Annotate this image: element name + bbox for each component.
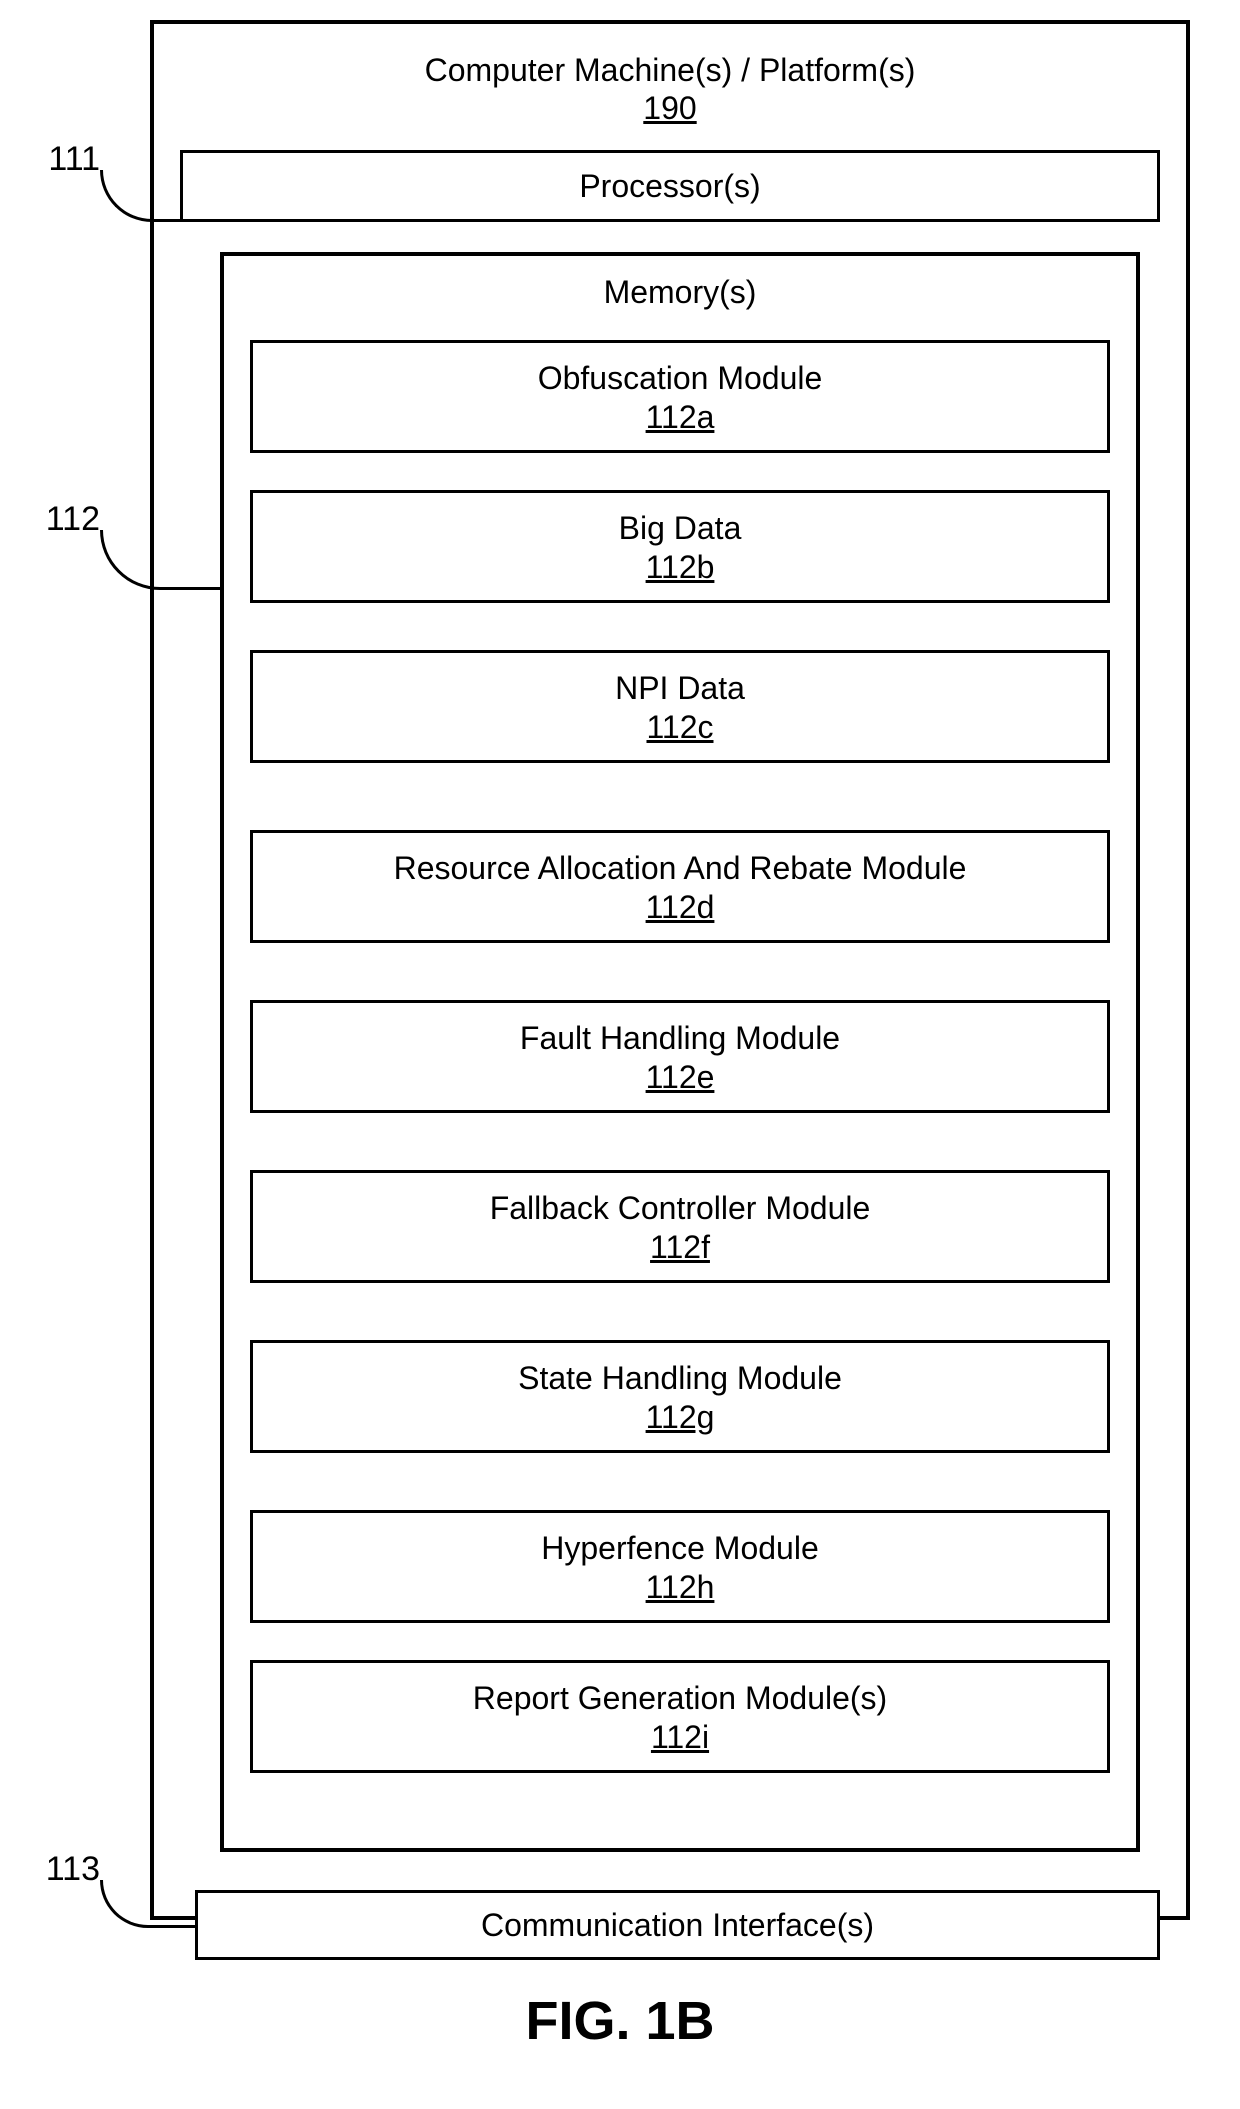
callout-111-curve [100,170,182,222]
module-title: Obfuscation Module [263,359,1097,397]
callout-113-curve [100,1880,197,1928]
module-title: State Handling Module [263,1359,1097,1397]
outer-platform-title: Computer Machine(s) / Platform(s) [154,50,1186,90]
callout-113-label: 113 [20,1850,100,1889]
callout-111-label: 111 [20,140,100,179]
module-fallback-controller: Fallback Controller Module 112f [250,1170,1110,1283]
module-ref: 112h [263,1569,1097,1606]
memory-title: Memory(s) [224,256,1136,311]
processor-box: Processor(s) [180,150,1160,222]
module-ref: 112e [263,1059,1097,1096]
module-ref: 112f [263,1229,1097,1266]
module-title: Fault Handling Module [263,1019,1097,1057]
module-ref: 112g [263,1399,1097,1436]
communication-interface-box: Communication Interface(s) [195,1890,1160,1960]
module-ref: 112d [263,889,1097,926]
module-ref: 112b [263,549,1097,586]
module-obfuscation: Obfuscation Module 112a [250,340,1110,453]
module-report-generation: Report Generation Module(s) 112i [250,1660,1110,1773]
module-title: Fallback Controller Module [263,1189,1097,1227]
module-ref: 112c [263,709,1097,746]
module-title: Hyperfence Module [263,1529,1097,1567]
communication-interface-label: Communication Interface(s) [481,1907,874,1943]
module-state-handling: State Handling Module 112g [250,1340,1110,1453]
processor-label: Processor(s) [579,168,760,204]
module-title: Report Generation Module(s) [263,1679,1097,1717]
callout-112-curve [100,530,222,590]
figure-caption: FIG. 1B [0,1990,1240,2052]
diagram-canvas: Computer Machine(s) / Platform(s) 190 Pr… [0,0,1240,1980]
module-big-data: Big Data 112b [250,490,1110,603]
module-ref: 112a [263,399,1097,436]
module-fault-handling: Fault Handling Module 112e [250,1000,1110,1113]
outer-platform-ref: 190 [154,90,1186,127]
module-hyperfence: Hyperfence Module 112h [250,1510,1110,1623]
module-npi-data: NPI Data 112c [250,650,1110,763]
module-resource-allocation: Resource Allocation And Rebate Module 11… [250,830,1110,943]
module-title: Resource Allocation And Rebate Module [263,849,1097,887]
module-title: Big Data [263,509,1097,547]
outer-platform-header: Computer Machine(s) / Platform(s) 190 [154,24,1186,127]
callout-112-label: 112 [20,500,100,539]
module-ref: 112i [263,1719,1097,1756]
module-title: NPI Data [263,669,1097,707]
